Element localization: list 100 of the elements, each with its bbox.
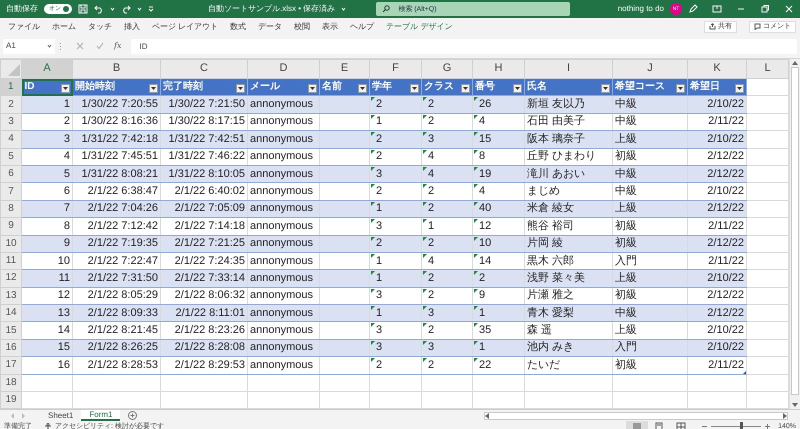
filter-dropdown-button[interactable] bbox=[358, 84, 367, 94]
sheet-tab[interactable]: Sheet1 bbox=[40, 410, 82, 422]
close-icon[interactable] bbox=[784, 4, 794, 14]
column-letter[interactable]: A bbox=[22, 60, 72, 78]
column-letter[interactable]: L bbox=[746, 60, 788, 78]
filter-dropdown-button[interactable] bbox=[149, 84, 158, 94]
row-number[interactable]: 14 bbox=[0, 304, 22, 322]
row-number[interactable]: 2 bbox=[0, 96, 22, 114]
table-cell: 1/31/22 8:10:05 bbox=[168, 168, 245, 180]
ribbon-tab[interactable]: 校閲 bbox=[294, 22, 310, 32]
column-letter[interactable]: B bbox=[72, 60, 160, 78]
row-number[interactable]: 9 bbox=[0, 218, 22, 236]
row-number[interactable]: 10 bbox=[0, 235, 22, 252]
row-number[interactable]: 1 bbox=[0, 78, 22, 96]
filter-dropdown-button[interactable] bbox=[513, 84, 522, 94]
filter-dropdown-button[interactable] bbox=[601, 84, 610, 94]
row-number[interactable]: 6 bbox=[0, 165, 22, 183]
ribbon-tab[interactable]: 数式 bbox=[230, 22, 246, 32]
insert-function-button[interactable]: fx bbox=[114, 41, 122, 51]
ribbon-tab[interactable]: 表示 bbox=[322, 22, 338, 32]
save-icon[interactable] bbox=[78, 4, 88, 14]
row-number[interactable]: 12 bbox=[0, 270, 22, 288]
row-number[interactable]: 19 bbox=[0, 392, 22, 409]
row-number[interactable]: 7 bbox=[0, 182, 22, 200]
add-sheet-icon[interactable] bbox=[128, 411, 138, 420]
row-number[interactable]: 3 bbox=[0, 113, 22, 131]
name-box[interactable]: A1 bbox=[3, 38, 55, 54]
row-number[interactable]: 13 bbox=[0, 287, 22, 305]
row-number[interactable]: 17 bbox=[0, 356, 22, 374]
column-letter[interactable]: J bbox=[612, 60, 688, 78]
filter-dropdown-button[interactable] bbox=[308, 84, 317, 94]
ribbon-tab[interactable]: ページ レイアウト bbox=[152, 22, 218, 32]
formula-input[interactable]: ID bbox=[131, 38, 797, 54]
column-letter[interactable]: F bbox=[370, 60, 422, 78]
filter-dropdown-button[interactable] bbox=[676, 84, 685, 94]
filter-dropdown-button[interactable] bbox=[461, 84, 470, 94]
ribbon-tab[interactable]: 挿入 bbox=[124, 22, 140, 32]
normal-view-button[interactable] bbox=[626, 421, 648, 429]
scroll-left-icon[interactable] bbox=[485, 412, 489, 419]
sheet-tab[interactable]: Form1 bbox=[81, 410, 120, 422]
table-cell: 2/1/22 7:04:26 bbox=[88, 202, 158, 214]
column-letter[interactable]: K bbox=[688, 60, 746, 78]
ribbon-tab[interactable]: ファイル bbox=[8, 22, 40, 32]
row-number[interactable]: 16 bbox=[0, 339, 22, 357]
ribbon-tab[interactable]: ホーム bbox=[52, 22, 76, 32]
table-cell: 4 bbox=[64, 150, 70, 162]
filter-dropdown-button[interactable] bbox=[236, 84, 245, 94]
resize-handle-icon[interactable] bbox=[743, 370, 746, 374]
column-letter[interactable]: I bbox=[524, 60, 612, 78]
caret-icon bbox=[47, 44, 52, 48]
redo-icon[interactable] bbox=[121, 4, 131, 14]
vertical-scrollbar[interactable] bbox=[789, 59, 800, 410]
filter-dropdown-button[interactable] bbox=[61, 84, 70, 94]
horizontal-scrollbar[interactable] bbox=[484, 412, 788, 420]
column-letter[interactable]: G bbox=[422, 60, 472, 78]
table-cell: 新垣 友以乃 bbox=[527, 98, 586, 110]
ribbon-tab[interactable]: テーブル デザイン bbox=[386, 22, 452, 32]
ribbon-tab[interactable]: タッチ bbox=[88, 22, 112, 32]
row-number[interactable]: 5 bbox=[0, 148, 22, 166]
table-cell: 初級 bbox=[615, 358, 637, 371]
row-number[interactable]: 15 bbox=[0, 322, 22, 340]
table-cell: 黒木 六郎 bbox=[527, 254, 574, 266]
table-cell: 2/1/22 8:28:08 bbox=[174, 341, 245, 354]
zoom-out-icon[interactable] bbox=[702, 424, 708, 429]
row-number[interactable]: 11 bbox=[0, 252, 22, 270]
filter-dropdown-button[interactable] bbox=[410, 84, 419, 94]
column-letter[interactable]: H bbox=[472, 60, 524, 78]
table-cell: 1 bbox=[376, 202, 382, 214]
table-cell: annonymous bbox=[250, 289, 313, 302]
scroll-up-icon[interactable] bbox=[792, 61, 798, 65]
row-number[interactable]: 8 bbox=[0, 200, 22, 218]
caret-icon[interactable] bbox=[341, 7, 346, 11]
caret-icon[interactable] bbox=[137, 7, 142, 11]
row-number[interactable]: 18 bbox=[0, 374, 22, 392]
column-letter[interactable]: D bbox=[248, 60, 320, 78]
caret-icon[interactable] bbox=[110, 7, 115, 11]
zoom-slider-thumb[interactable] bbox=[740, 422, 744, 429]
row-number[interactable]: 4 bbox=[0, 130, 22, 148]
zoom-in-icon[interactable] bbox=[765, 424, 770, 429]
table-cell: 8 bbox=[64, 220, 70, 232]
column-header[interactable]: ID bbox=[24, 81, 34, 92]
restore-icon[interactable] bbox=[760, 4, 770, 14]
filter-dropdown-button[interactable] bbox=[735, 84, 744, 94]
accessibility-icon[interactable] bbox=[44, 422, 52, 429]
scroll-right-icon[interactable] bbox=[783, 412, 787, 419]
customize-icon[interactable] bbox=[148, 6, 154, 12]
pen-icon[interactable] bbox=[688, 4, 698, 14]
table-cell: 2/12/22 bbox=[707, 150, 744, 162]
error-triangle-icon bbox=[474, 132, 478, 136]
ribbon-tab[interactable]: ヘルプ bbox=[350, 22, 374, 32]
column-letter[interactable]: C bbox=[160, 60, 248, 78]
table-cell: 15 bbox=[58, 341, 70, 354]
ribbon-display-icon[interactable] bbox=[712, 4, 722, 14]
table-cell: 2/1/22 8:05:29 bbox=[88, 289, 158, 302]
error-triangle-icon bbox=[371, 236, 375, 241]
undo-icon[interactable] bbox=[94, 4, 104, 14]
column-letter[interactable]: E bbox=[320, 60, 370, 78]
column-header[interactable]: 氏名 bbox=[527, 81, 547, 92]
ribbon-tab[interactable]: データ bbox=[258, 22, 282, 32]
table-cell: 2 bbox=[376, 98, 382, 110]
